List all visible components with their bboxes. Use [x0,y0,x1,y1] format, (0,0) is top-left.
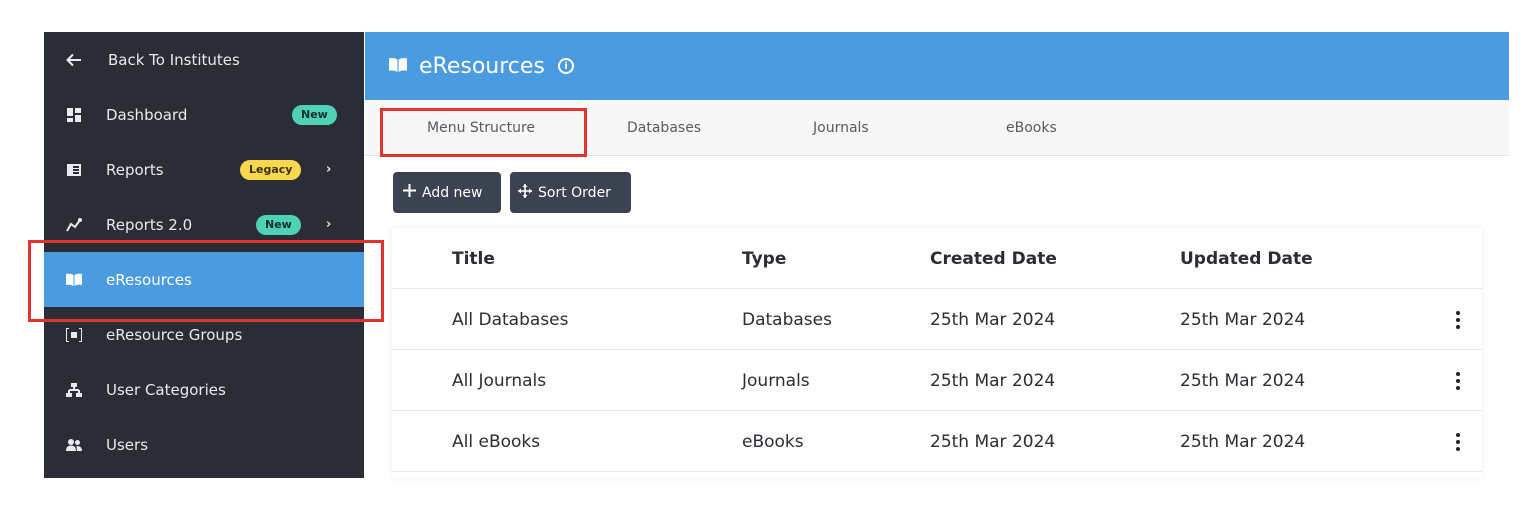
arrow-left-icon [66,52,82,68]
cell-type: Databases [742,309,832,330]
chevron-right-icon: › [326,217,332,232]
book-icon [389,57,407,76]
sort-order-button[interactable]: Sort Order [510,172,631,213]
sitemap-icon [66,382,82,398]
table-header-row: Title Type Created Date Updated Date [392,228,1482,289]
move-arrows-icon [518,183,532,202]
back-to-institutes-link[interactable]: Back To Institutes [44,32,364,87]
page-header: eResources i [365,32,1509,100]
cell-title: All Databases [452,309,569,330]
cell-updated-date: 25th Mar 2024 [1180,431,1306,452]
more-options-icon[interactable] [1452,411,1464,472]
eresources-table: Title Type Created Date Updated Date All… [392,228,1482,478]
cell-type: eBooks [742,431,804,452]
sidebar-item-label: eResource Groups [106,325,243,344]
reports-2-icon [66,217,82,233]
highlight-box-menu-structure-tab [380,108,587,157]
dashboard-icon [66,107,82,123]
cell-updated-date: 25th Mar 2024 [1180,370,1306,391]
sidebar-item-user-categories[interactable]: User Categories [44,362,364,417]
column-header-created-date[interactable]: Created Date [930,228,1057,289]
groups-icon [66,327,82,343]
back-label: Back To Institutes [108,50,240,69]
new-badge: New [292,104,337,125]
sidebar-item-dashboard[interactable]: Dashboard New [44,87,364,142]
table-row[interactable]: All eBooks eBooks 25th Mar 2024 25th Mar… [392,411,1482,472]
users-icon [66,437,82,453]
sidebar-item-label: User Categories [106,380,226,399]
reports-icon [66,162,82,178]
info-icon[interactable]: i [558,58,574,74]
sidebar-item-users[interactable]: Users [44,417,364,472]
more-options-icon[interactable] [1452,350,1464,411]
table-row[interactable]: All Databases Databases 25th Mar 2024 25… [392,289,1482,350]
cell-type: Journals [742,370,810,391]
cell-title: All Journals [452,370,547,391]
legacy-badge: Legacy [240,159,302,180]
add-new-label: Add new [422,184,483,201]
tab-ebooks[interactable]: eBooks [1006,100,1057,156]
sidebar-item-label: Reports 2.0 [106,215,193,234]
cell-updated-date: 25th Mar 2024 [1180,309,1306,330]
column-header-title[interactable]: Title [452,228,495,289]
cell-title: All eBooks [452,431,541,452]
sidebar-item-label: Users [106,435,149,454]
plus-icon [403,184,416,201]
column-header-type[interactable]: Type [742,228,786,289]
tab-journals[interactable]: Journals [813,100,869,156]
new-badge: New [256,214,301,235]
chevron-right-icon: › [326,162,332,177]
table-row[interactable]: All Journals Journals 25th Mar 2024 25th… [392,350,1482,411]
sidebar-item-reports[interactable]: Reports Legacy › [44,142,364,197]
sidebar-item-label: Reports [106,160,164,179]
cell-created-date: 25th Mar 2024 [930,309,1056,330]
add-new-button[interactable]: Add new [393,172,501,213]
sort-order-label: Sort Order [538,184,611,201]
cell-created-date: 25th Mar 2024 [930,431,1056,452]
highlight-box-sidebar-eresources [28,240,384,322]
column-header-updated-date[interactable]: Updated Date [1180,228,1313,289]
more-options-icon[interactable] [1452,289,1464,350]
cell-created-date: 25th Mar 2024 [930,370,1056,391]
sidebar-item-label: Dashboard [106,105,188,124]
page-title: eResources [419,53,545,79]
tab-databases[interactable]: Databases [627,100,701,156]
